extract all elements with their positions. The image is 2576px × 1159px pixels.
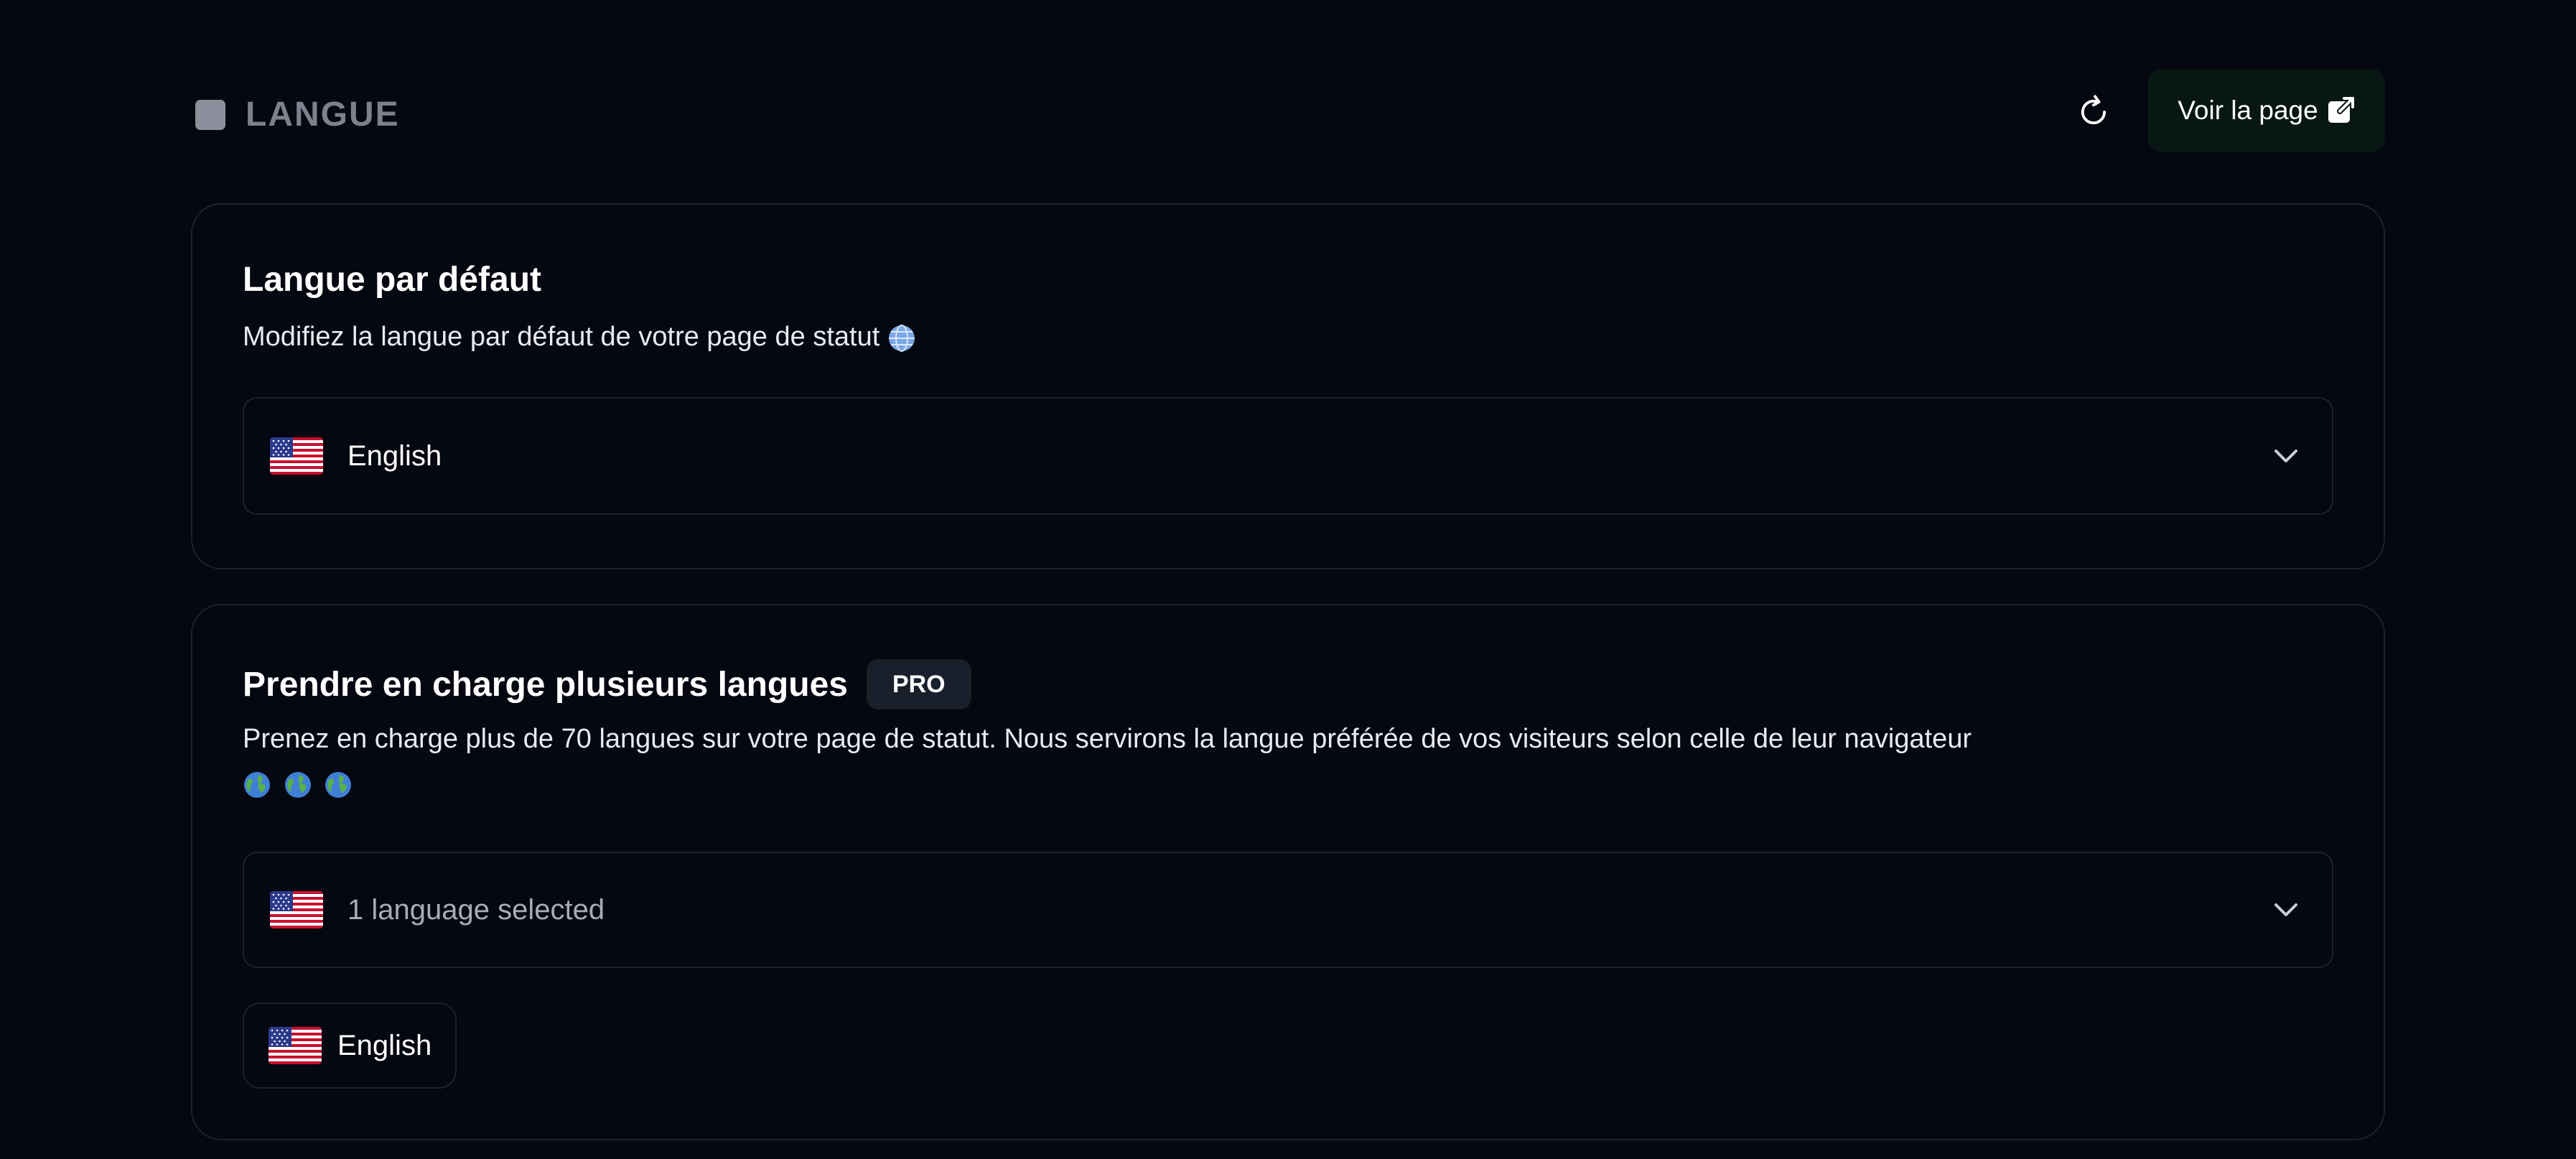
default-language-value: English (347, 439, 442, 472)
multi-language-description: Prenez en charge plus de 70 langues sur … (243, 724, 1972, 754)
language-chip[interactable]: English (243, 1002, 457, 1089)
multi-language-select-summary: 1 language selected (347, 893, 605, 926)
default-language-description-row: Modifiez la langue par défaut de votre p… (243, 315, 916, 359)
section-square-icon (195, 99, 225, 130)
refresh-button[interactable] (2072, 90, 2115, 134)
title-group: LANGUE (195, 95, 400, 134)
multi-language-card: Prendre en charge plusieurs langues PRO … (191, 604, 2385, 1140)
page-title: LANGUE (246, 96, 400, 134)
refresh-icon (2081, 95, 2106, 125)
default-language-select[interactable]: English (243, 397, 2333, 515)
language-chip-label: English (337, 1029, 432, 1061)
external-link-icon (2328, 96, 2356, 123)
view-page-label: Voir la page (2178, 96, 2318, 125)
multi-language-title-row: Prendre en charge plusieurs langues PRO (243, 659, 971, 709)
us-flag-icon (270, 437, 323, 475)
default-language-title: Langue par défaut (243, 261, 542, 299)
globe-icon (887, 324, 916, 353)
multi-language-select[interactable]: 1 language selected (243, 852, 2333, 968)
globe-asia-icon (324, 771, 353, 799)
chevron-down-icon (2269, 439, 2303, 473)
default-language-description: Modifiez la langue par défaut de votre p… (243, 322, 880, 352)
globe-icons-row (243, 761, 2168, 806)
pro-badge: PRO (866, 659, 971, 709)
multi-language-description-block: Prenez en charge plus de 70 langues sur … (243, 717, 2168, 806)
page-header: LANGUE Voir la page (191, 69, 2385, 152)
chevron-down-icon (2269, 893, 2303, 927)
globe-europe-africa-icon (284, 771, 312, 799)
us-flag-icon (270, 891, 323, 928)
view-page-button[interactable]: Voir la page (2148, 69, 2385, 152)
us-flag-icon (269, 1027, 322, 1064)
default-language-card: Langue par défaut Modifiez la langue par… (191, 203, 2385, 569)
multi-language-title: Prendre en charge plusieurs langues (243, 665, 848, 704)
globe-americas-icon (243, 771, 271, 799)
